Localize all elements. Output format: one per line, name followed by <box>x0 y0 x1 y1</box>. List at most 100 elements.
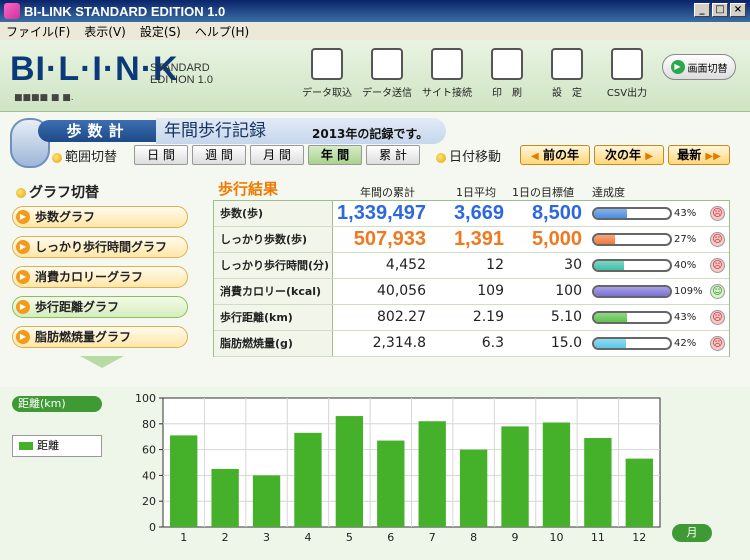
x-tick-label: 2 <box>222 531 229 544</box>
csv-export-label: CSV出力 <box>606 88 648 99</box>
menu-file[interactable]: ファイル(F) <box>6 23 70 40</box>
site-connect-button[interactable]: サイト接続 <box>418 46 476 102</box>
date-move-label-group: 日付移動 <box>436 146 501 165</box>
y-tick-label: 40 <box>142 469 156 482</box>
row-average: 2.19 <box>472 309 504 325</box>
arrow-right-icon: ▶ <box>16 300 30 314</box>
arrow-right-icon: ▶ <box>16 210 30 224</box>
achievement-fill <box>594 261 625 270</box>
sad-face-icon: ☹ <box>710 310 725 325</box>
results-row: しっかり歩数(歩) 507,933 1,391 5,000 27% ☹ <box>214 227 729 253</box>
menu-view[interactable]: 表示(V) <box>84 23 126 40</box>
page-subtitle: 2013年の記録です。 <box>312 127 429 141</box>
arrow-right-icon: ▶ <box>16 270 30 284</box>
settings-button[interactable]: 設 定 <box>538 46 596 102</box>
x-tick-label: 1 <box>180 531 187 544</box>
import-data-label: データ取込 <box>302 88 352 99</box>
x-tick-label: 3 <box>263 531 270 544</box>
wrench-icon <box>551 48 583 80</box>
fat-burn-graph-button[interactable]: ▶ 脂肪燃焼量グラフ <box>12 326 188 348</box>
row-achievement-pct: 42% <box>674 338 697 349</box>
menu-help[interactable]: ヘルプ(H) <box>195 23 249 40</box>
range-daily-button[interactable]: 日 間 <box>134 145 188 165</box>
document-icon <box>611 48 643 80</box>
menu-bar: ファイル(F) 表示(V) 設定(S) ヘルプ(H) <box>0 22 750 40</box>
results-row: 脂肪燃焼量(g) 2,314.8 6.3 15.0 42% ☹ <box>214 331 729 357</box>
row-label: 脂肪燃焼量(g) <box>214 331 333 356</box>
sad-face-icon: ☹ <box>710 206 725 221</box>
col-head-total: 年間の累計 <box>360 186 415 199</box>
edition-line-1: STANDARD <box>150 62 210 74</box>
row-achievement-pct: 43% <box>674 312 697 323</box>
arrow-right-icon: ▶ <box>645 151 653 162</box>
bar-month-12 <box>625 458 653 527</box>
menu-settings[interactable]: 設定(S) <box>140 23 181 40</box>
chart-area: 距離(km) 距離 0 20 40 60 80 100 1 2 3 4 5 6 7 8 9 10 11 12 月 <box>0 387 750 560</box>
x-tick-label: 7 <box>429 531 436 544</box>
bar-month-5 <box>335 416 364 527</box>
bar-month-9 <box>501 426 529 527</box>
bullet-icon <box>436 152 446 163</box>
screen-switch-button[interactable]: ▶ 画面切替 <box>662 54 736 80</box>
row-target: 30 <box>564 257 582 273</box>
close-button[interactable]: × <box>730 3 746 17</box>
x-tick-label: 10 <box>549 531 563 544</box>
bar-month-11 <box>584 437 612 527</box>
achievement-fill <box>594 339 626 348</box>
achievement-bar <box>592 207 672 220</box>
row-average: 6.3 <box>481 335 504 351</box>
bar-month-4 <box>294 432 322 527</box>
col-head-target: 1日の目標値 <box>512 186 574 199</box>
latest-button[interactable]: 最新 ▶▶ <box>668 145 730 165</box>
row-average: 3,669 <box>453 202 504 224</box>
row-total: 4,452 <box>385 257 426 273</box>
csv-export-button[interactable]: CSV出力 <box>598 46 656 102</box>
x-tick-label: 9 <box>512 531 519 544</box>
range-total-button[interactable]: 累 計 <box>366 145 420 165</box>
double-arrow-right-icon: ▶▶ <box>705 151 721 162</box>
brisk-walk-time-graph-button[interactable]: ▶ しっかり歩行時間グラフ <box>12 236 188 258</box>
main-panel: 歩数計 年間歩行記録 2013年の記録です。 範囲切替 日 間 週 間 月 間 … <box>0 112 750 387</box>
x-tick-label: 11 <box>591 531 605 544</box>
latest-label: 最新 <box>677 148 702 162</box>
prev-year-label: 前の年 <box>542 148 579 162</box>
row-target: 8,500 <box>531 202 582 224</box>
maximize-button[interactable]: □ <box>712 3 728 17</box>
sad-face-icon: ☹ <box>710 258 725 273</box>
app-header: BI·L·I·N·K STANDARD EDITION 1.0 ■■■■ ■ ■… <box>0 40 750 112</box>
prev-year-button[interactable]: ◀ 前の年 <box>520 145 590 165</box>
achievement-bar <box>592 337 672 350</box>
print-button[interactable]: 印 刷 <box>478 46 536 102</box>
import-data-button[interactable]: データ取込 <box>298 46 356 102</box>
site-icon <box>431 48 463 80</box>
range-yearly-button[interactable]: 年 間 <box>308 145 362 165</box>
results-table: 歩数(歩) 1,339,497 3,669 8,500 43% ☹ しっかり歩数(歩) 507… <box>213 200 730 357</box>
pedometer-tab[interactable]: 歩数計 <box>38 120 158 142</box>
achievement-fill <box>594 287 670 296</box>
steps-graph-button[interactable]: ▶ 歩数グラフ <box>12 206 188 228</box>
next-year-button[interactable]: 次の年 ▶ <box>594 145 664 165</box>
row-total: 40,056 <box>377 283 426 299</box>
x-tick-label: 12 <box>632 531 646 544</box>
row-average: 1,391 <box>453 228 504 250</box>
row-achievement-pct: 43% <box>674 208 697 219</box>
achievement-fill <box>594 235 615 244</box>
minimize-button[interactable]: _ <box>694 3 710 17</box>
sad-face-icon: ☹ <box>710 336 725 351</box>
send-data-button[interactable]: データ送信 <box>358 46 416 102</box>
scroll-down-icon[interactable] <box>80 356 124 368</box>
range-monthly-button[interactable]: 月 間 <box>250 145 304 165</box>
achievement-bar <box>592 233 672 246</box>
bar-month-10 <box>542 422 571 527</box>
bar-month-6 <box>377 440 405 527</box>
range-label: 範囲切替 <box>65 150 118 165</box>
achievement-fill <box>594 209 627 218</box>
row-total: 507,933 <box>353 228 426 250</box>
distance-graph-button[interactable]: ▶ 歩行距離グラフ <box>12 296 188 318</box>
row-target: 5.10 <box>550 309 582 325</box>
achievement-bar <box>592 285 672 298</box>
row-label: しっかり歩行時間(分) <box>214 253 333 278</box>
calorie-graph-button[interactable]: ▶ 消費カロリーグラフ <box>12 266 188 288</box>
row-label: 歩行距離(km) <box>214 305 333 330</box>
range-weekly-button[interactable]: 週 間 <box>192 145 246 165</box>
